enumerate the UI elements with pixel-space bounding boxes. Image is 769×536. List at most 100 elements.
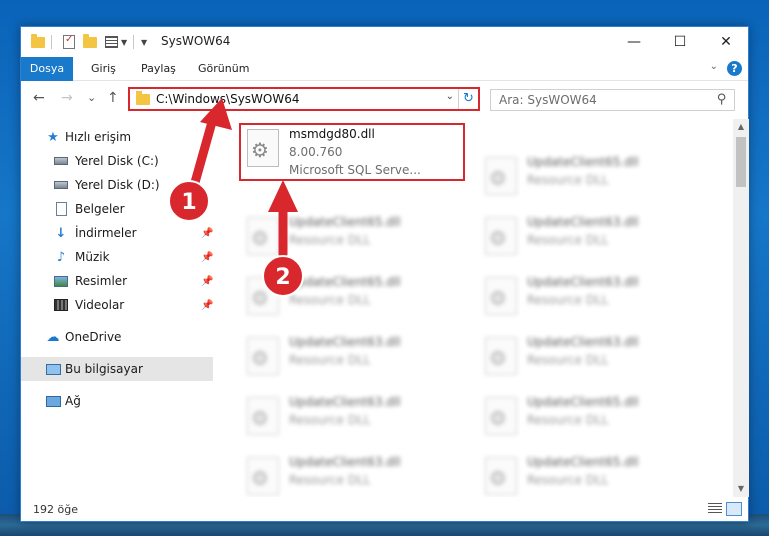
recent-locations-button[interactable]: ⌄ (87, 91, 96, 104)
sidebar-item-label: Bu bilgisayar (65, 362, 143, 376)
sidebar-item-onedrive[interactable]: ☁ OneDrive (21, 325, 213, 349)
properties-icon[interactable] (63, 34, 75, 50)
sidebar-item-network[interactable]: Ağ (21, 389, 213, 413)
documents-icon (53, 201, 69, 217)
customize-toolbar-icon[interactable]: ▼ (141, 34, 147, 50)
file-item[interactable]: UpdateClient65.dll Resource DLL (241, 213, 451, 265)
file-name: UpdateClient65.dll (289, 215, 401, 229)
dll-file-icon (485, 277, 517, 315)
dll-file-icon (485, 397, 517, 435)
tab-home[interactable]: Giriş (91, 57, 116, 81)
back-button[interactable]: ← (33, 90, 45, 106)
file-type: Resource DLL (527, 353, 609, 367)
chevron-down-icon[interactable]: ⌄ (446, 91, 454, 102)
sidebar-item-this-pc[interactable]: Bu bilgisayar (21, 357, 213, 381)
sidebar-item-quick-access[interactable]: ★ Hızlı erişim (21, 125, 213, 149)
file-name: UpdateClient63.dll (289, 335, 401, 349)
pin-icon[interactable]: 📌 (201, 300, 213, 311)
download-icon: ↓ (55, 225, 67, 241)
search-input[interactable]: Ara: SysWOW64 ⚲ (490, 89, 735, 111)
file-name: UpdateClient65.dll (527, 395, 639, 409)
file-item[interactable]: UpdateClient63.dll Resource DLL (241, 333, 451, 385)
folder-icon (31, 33, 45, 50)
sidebar-item-downloads[interactable]: ↓ İndirmeler 📌 (21, 221, 214, 245)
file-item[interactable]: UpdateClient65.dll Resource DLL (479, 453, 689, 497)
sidebar-item-label: Belgeler (75, 202, 125, 216)
tab-file[interactable]: Dosya (21, 57, 73, 81)
toolbar-separator (51, 34, 52, 50)
file-item[interactable]: UpdateClient63.dll Resource DLL (479, 213, 689, 265)
sidebar-item-pictures[interactable]: Resimler 📌 (21, 269, 213, 293)
refresh-icon[interactable]: ↻ (458, 89, 478, 109)
dll-file-icon (485, 457, 517, 495)
search-placeholder: Ara: SysWOW64 (499, 93, 597, 107)
pin-icon[interactable]: 📌 (201, 252, 213, 263)
sidebar-item-local-disk-d[interactable]: Yerel Disk (D:) (21, 173, 213, 197)
dll-file-icon (485, 217, 517, 255)
sidebar-item-documents[interactable]: Belgeler (21, 197, 213, 221)
file-item[interactable]: UpdateClient65.dll Resource DLL (479, 393, 689, 445)
view-options-icon[interactable] (105, 34, 118, 50)
sidebar-item-local-disk-c[interactable]: Yerel Disk (C:) (21, 149, 213, 173)
tab-view[interactable]: Görünüm (198, 57, 249, 81)
help-icon[interactable]: ? (727, 61, 742, 76)
window-title: SysWOW64 (161, 34, 231, 48)
dll-file-icon (247, 337, 279, 375)
file-item[interactable]: UpdateClient63.dll Resource DLL (241, 453, 451, 497)
search-icon: ⚲ (717, 92, 727, 107)
file-type: Resource DLL (527, 233, 609, 247)
address-path[interactable]: C:\Windows\SysWOW64 (156, 92, 300, 106)
scroll-down-icon[interactable]: ▼ (733, 481, 749, 497)
tab-share[interactable]: Paylaş (141, 57, 176, 81)
address-bar[interactable]: C:\Windows\SysWOW64 ⌄ ↻ (128, 87, 480, 111)
dll-file-icon (485, 157, 517, 195)
sidebar-item-label: Videolar (75, 298, 125, 312)
forward-button[interactable]: → (61, 90, 73, 106)
tiles-view-icon[interactable] (726, 502, 742, 516)
title-bar: ▼ ▼ SysWOW64 — ☐ ✕ (21, 27, 748, 57)
file-item[interactable]: UpdateClient65.dll Resource DLL (241, 273, 451, 325)
dll-file-icon (247, 457, 279, 495)
file-type: Resource DLL (289, 413, 371, 427)
chevron-down-icon[interactable]: ▼ (121, 34, 127, 50)
minimize-button[interactable]: — (611, 27, 657, 57)
navigation-pane: ★ Hızlı erişim Yerel Disk (C:) Yerel Dis… (21, 119, 213, 497)
dll-file-icon (485, 337, 517, 375)
sidebar-item-label: Yerel Disk (D:) (75, 178, 160, 192)
sidebar-item-videos[interactable]: Videolar 📌 (21, 293, 213, 317)
sidebar-item-music[interactable]: ♪ Müzik 📌 (21, 245, 214, 269)
pin-icon[interactable]: 📌 (201, 228, 213, 239)
scroll-up-icon[interactable]: ▲ (733, 119, 749, 135)
expand-ribbon-icon[interactable]: ⌄ (710, 61, 718, 72)
file-item[interactable]: UpdateClient63.dll Resource DLL (479, 273, 689, 325)
status-bar: 192 öğe (21, 499, 748, 521)
file-type: Resource DLL (289, 353, 371, 367)
scrollbar-thumb[interactable] (736, 137, 746, 187)
ribbon-tabs: Dosya Giriş Paylaş Görünüm ⌄ ? (21, 57, 748, 81)
this-pc-icon (45, 361, 61, 377)
new-folder-icon[interactable] (83, 33, 97, 50)
file-explorer-window: ▼ ▼ SysWOW64 — ☐ ✕ Dosya Giriş Paylaş Gö… (20, 26, 749, 522)
up-button[interactable]: ↑ (107, 90, 119, 106)
file-name: UpdateClient63.dll (289, 395, 401, 409)
sidebar-item-label: Resimler (75, 274, 128, 288)
details-view-icon[interactable] (708, 503, 722, 515)
maximize-button[interactable]: ☐ (657, 27, 703, 57)
navigation-bar: ← → ⌄ ↑ C:\Windows\SysWOW64 ⌄ ↻ Ara: Sys… (21, 82, 748, 116)
file-highlight-box (239, 123, 465, 181)
file-name: UpdateClient65.dll (527, 455, 639, 469)
file-item[interactable]: UpdateClient63.dll Resource DLL (241, 393, 451, 445)
sidebar-item-label: Yerel Disk (C:) (75, 154, 159, 168)
file-type: Resource DLL (527, 413, 609, 427)
file-name: UpdateClient63.dll (289, 455, 401, 469)
file-item[interactable]: UpdateClient65.dll Resource DLL (479, 153, 689, 205)
file-item[interactable]: UpdateClient63.dll Resource DLL (479, 333, 689, 385)
close-button[interactable]: ✕ (703, 27, 749, 57)
pin-icon[interactable]: 📌 (201, 276, 213, 287)
file-name: UpdateClient63.dll (527, 335, 639, 349)
file-name: UpdateClient65.dll (289, 275, 401, 289)
vertical-scrollbar[interactable]: ▲ ▼ (733, 119, 749, 497)
disk-icon (53, 177, 69, 193)
toolbar-separator (133, 34, 134, 50)
sidebar-item-label: Hızlı erişim (65, 130, 132, 144)
